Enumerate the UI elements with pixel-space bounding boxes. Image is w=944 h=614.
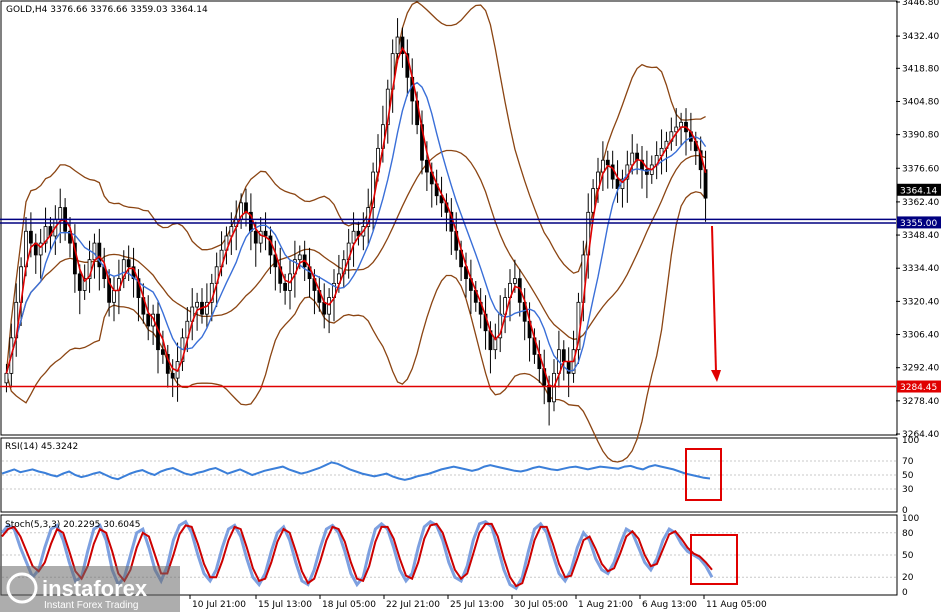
candle-body (195, 301, 200, 308)
candle-body (4, 372, 9, 384)
price-tick-label: 3334.40 (902, 264, 939, 274)
candle-body (547, 384, 552, 403)
ma-slow-line (5, 81, 707, 374)
price-tick-label: 3320.40 (902, 297, 939, 307)
watermark-tagline: Instant Forex Trading (44, 600, 139, 611)
time-tick-label: 22 Jul 21:00 (386, 600, 440, 610)
price-axis: 3446.80 3432.40 3418.80 3404.80 3390.80 3376.… (896, 0, 939, 598)
candle-body (92, 242, 97, 261)
bollinger-bands (5, 1, 707, 463)
candle-body (268, 235, 273, 256)
price-label: 3364.14 (900, 186, 937, 196)
stoch-tick-label: 100 (902, 514, 919, 524)
candle-body (605, 159, 610, 166)
time-tick-label: 30 Jul 05:00 (514, 600, 568, 610)
price-label: 3355.00 (900, 219, 937, 229)
rsi-tick-label: 30 (902, 485, 914, 495)
candle-body (126, 259, 131, 268)
stoch-highlight-box (690, 534, 738, 585)
watermark-brand: instaforex (42, 576, 148, 601)
ma-fast-line (5, 46, 707, 388)
candle-body (600, 159, 605, 173)
time-tick-label: 15 Jul 13:00 (258, 600, 312, 610)
candle-body (146, 313, 151, 327)
stoch-tick-label: 0 (902, 588, 908, 598)
bollinger-lower (5, 191, 707, 463)
rsi-title: RSI(14) 45.3242 (5, 442, 78, 452)
rsi-tick-label: 100 (902, 436, 919, 446)
price-tick-label: 3348.40 (902, 231, 939, 241)
price-tick-label: 3432.40 (902, 32, 939, 42)
time-tick-label: 18 Jul 05:00 (322, 600, 376, 610)
candle-body (112, 290, 116, 303)
price-tick-label: 3278.40 (902, 397, 939, 407)
instaforex-watermark: instaforex Instant Forex Trading (0, 566, 180, 612)
candle-body (253, 230, 258, 244)
price-tick-label: 3446.80 (902, 0, 939, 8)
price-tick-label: 3292.40 (902, 364, 939, 374)
time-tick-label: 10 Jul 21:00 (192, 600, 246, 610)
stoch-tick-label: 80 (902, 529, 914, 539)
candle-body (395, 36, 400, 55)
candles (4, 18, 708, 426)
time-axis: 10 Jul 21:00 15 Jul 13:00 18 Jul 05:00 22 J… (189, 595, 767, 610)
candle-body (297, 254, 302, 261)
candle-body (424, 159, 429, 173)
chart-canvas: 3364.14 3355.00 3284.45 3446.80 3432.40 3418… (0, 0, 941, 612)
rsi-series (1, 461, 711, 481)
price-tick-label: 3418.80 (902, 64, 939, 74)
price-tick-label: 3362.40 (902, 198, 939, 208)
candle-body (327, 297, 332, 315)
price-tick-label: 3306.40 (902, 331, 939, 341)
main-panel-frame (0, 0, 898, 436)
rsi-tick-label: 50 (902, 471, 914, 481)
candle-body (351, 230, 356, 244)
candle-body (322, 301, 327, 315)
candle-body (703, 169, 708, 199)
stoch-tick-label: 50 (902, 551, 914, 561)
time-tick-label: 11 Aug 05:00 (706, 600, 767, 610)
rsi-line (1, 461, 711, 481)
candle-body (28, 230, 33, 244)
time-tick-label: 6 Aug 13:00 (642, 600, 697, 610)
time-tick-label: 1 Aug 21:00 (578, 600, 633, 610)
candle-body (561, 349, 566, 362)
candle-body (263, 230, 268, 237)
price-tick-label: 3404.80 (902, 97, 939, 107)
price-tick-label: 3390.80 (902, 131, 939, 141)
bollinger-upper (5, 1, 706, 374)
candle-body (160, 349, 165, 355)
forecast-arrow (711, 225, 721, 382)
stoch-title: Stoch(5,3,3) 20.2295 30.6045 (5, 520, 140, 530)
moving-averages (5, 46, 707, 388)
rsi-tick-label: 70 (902, 457, 914, 467)
candle-body (58, 207, 63, 220)
symbol-header: GOLD,H4 3376.66 3376.66 3359.03 3364.14 (6, 5, 208, 15)
candle-body (512, 278, 517, 284)
price-tick-label: 3376.60 (902, 164, 939, 174)
candle-body (170, 372, 175, 379)
price-label: 3284.45 (900, 383, 937, 393)
stoch-tick-label: 20 (902, 573, 914, 583)
time-tick-label: 25 Jul 13:00 (450, 600, 504, 610)
candle-body (283, 282, 288, 291)
candle-body (77, 273, 82, 291)
